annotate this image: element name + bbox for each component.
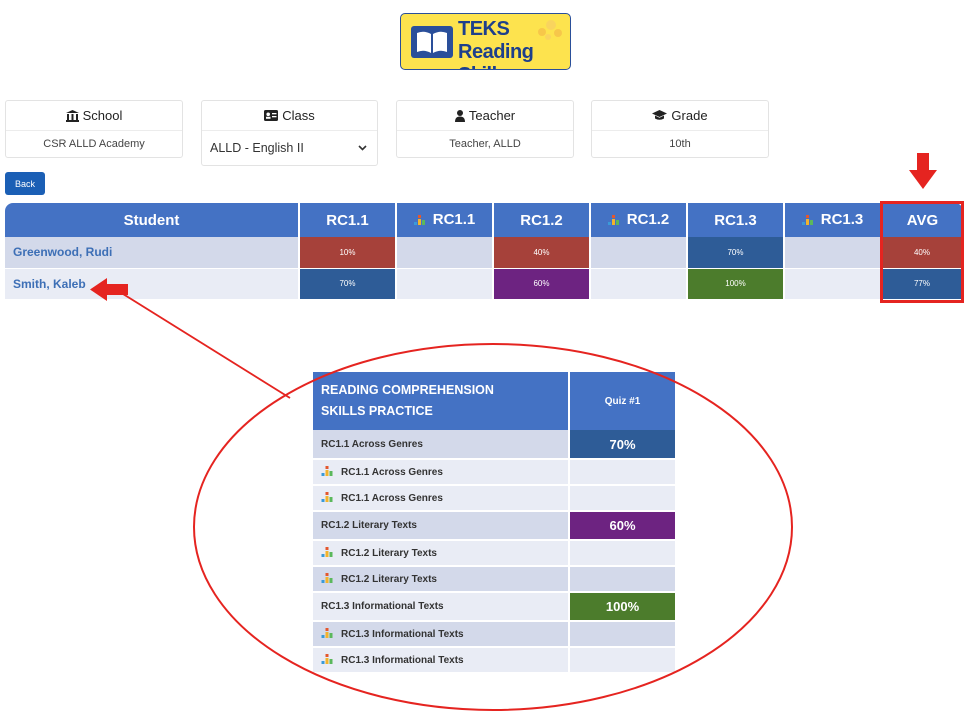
student-name-link[interactable]: Smith, Kaleb <box>5 268 300 300</box>
practice-label: RC1.3 Informational Texts <box>313 647 570 674</box>
bar-chart-icon <box>607 212 619 229</box>
school-card-header: School <box>6 101 182 131</box>
column-header-rc1-1[interactable]: RC1.1 <box>299 203 397 237</box>
school-label: School <box>82 108 123 123</box>
detail-header-row: READING COMPREHENSION SKILLS PRACTICE Qu… <box>313 372 675 430</box>
quiz-score <box>569 647 675 674</box>
detail-row: RC1.2 Literary Texts <box>313 540 675 567</box>
column-header-rc1-3[interactable]: RC1.3 <box>687 203 785 237</box>
column-header-rc1-1-practice[interactable]: RC1.1 <box>396 203 494 237</box>
quiz-score <box>569 566 675 593</box>
quiz-score[interactable]: 70% <box>569 430 675 460</box>
detail-row: RC1.3 Informational Texts <box>313 621 675 648</box>
quiz-score <box>569 459 675 486</box>
graduation-cap-icon <box>652 110 668 120</box>
table-row: Smith, Kaleb 70% 60% 100% 77% <box>5 268 964 300</box>
institution-icon <box>65 109 79 122</box>
logo-title: TEKS <box>458 18 510 40</box>
teacher-card: Teacher Teacher, ALLD <box>396 100 574 158</box>
quiz-score[interactable]: 60% <box>569 511 675 541</box>
quiz-score[interactable]: 100% <box>569 592 675 622</box>
table-header-row: Student RC1.1 RC1.1 RC1.2 RC1.2 RC1.3 RC… <box>5 203 963 237</box>
column-header-student[interactable]: Student <box>5 203 300 237</box>
skill-label: RC1.2 Literary Texts <box>313 511 570 541</box>
practice-label: RC1.2 Literary Texts <box>313 566 570 593</box>
logo-subtitle: Reading Skills <box>458 41 534 69</box>
detail-row: RC1.1 Across Genres 70% <box>313 430 675 460</box>
score-cell[interactable]: 40% <box>493 237 591 269</box>
honeycomb-icon <box>538 20 562 40</box>
score-cell[interactable]: 100% <box>687 268 785 300</box>
student-name-link[interactable]: Greenwood, Rudi <box>5 237 300 269</box>
bar-chart-icon <box>321 572 333 586</box>
quiz-column-header[interactable]: Quiz #1 <box>569 372 675 430</box>
id-card-icon <box>264 110 279 121</box>
avg-highlight-box <box>880 201 964 303</box>
table-row: Greenwood, Rudi 10% 40% 70% 40% <box>5 237 964 269</box>
detail-row: RC1.3 Informational Texts <box>313 647 675 674</box>
skills-detail-table: READING COMPREHENSION SKILLS PRACTICE Qu… <box>313 372 675 674</box>
teacher-card-header: Teacher <box>397 101 573 131</box>
practice-label: RC1.1 Across Genres <box>313 485 570 512</box>
score-cell[interactable]: 60% <box>493 268 591 300</box>
skill-label: RC1.1 Across Genres <box>313 430 570 460</box>
score-cell[interactable]: 70% <box>299 268 397 300</box>
quiz-score <box>569 621 675 648</box>
grade-label: Grade <box>671 108 708 123</box>
detail-row: RC1.2 Literary Texts <box>313 566 675 593</box>
down-arrow-annotation <box>909 153 937 189</box>
user-icon <box>454 109 465 122</box>
class-card: Class ALLD - English II <box>201 100 378 166</box>
score-cell[interactable]: 10% <box>299 237 397 269</box>
score-cell <box>784 268 882 300</box>
skill-label: RC1.3 Informational Texts <box>313 592 570 622</box>
score-cell <box>396 237 494 269</box>
detail-row: RC1.1 Across Genres <box>313 485 675 512</box>
detail-row: RC1.3 Informational Texts 100% <box>313 592 675 622</box>
score-cell <box>590 268 688 300</box>
score-cell <box>590 237 688 269</box>
score-cell <box>784 237 882 269</box>
practice-label: RC1.1 Across Genres <box>313 459 570 486</box>
class-card-header: Class <box>202 101 377 131</box>
bar-chart-icon <box>321 546 333 560</box>
class-select-value: ALLD - English II <box>210 141 304 155</box>
callout-pointer-line <box>122 293 291 399</box>
detail-title: READING COMPREHENSION SKILLS PRACTICE <box>313 372 570 430</box>
quiz-score <box>569 540 675 567</box>
chevron-down-icon <box>358 145 367 151</box>
practice-label: RC1.2 Literary Texts <box>313 540 570 567</box>
grade-card-header: Grade <box>592 101 768 131</box>
practice-label: RC1.3 Informational Texts <box>313 621 570 648</box>
detail-row: RC1.2 Literary Texts 60% <box>313 511 675 541</box>
back-button[interactable]: Back <box>5 172 45 195</box>
bar-chart-icon <box>321 491 333 505</box>
score-cell <box>396 268 494 300</box>
bar-chart-icon <box>321 627 333 641</box>
teacher-value: Teacher, ALLD <box>449 138 521 150</box>
class-label: Class <box>282 108 315 123</box>
teacher-label: Teacher <box>468 108 516 123</box>
grade-value: 10th <box>669 138 691 150</box>
quiz-score <box>569 485 675 512</box>
column-header-rc1-3-practice[interactable]: RC1.3 <box>784 203 882 237</box>
bar-chart-icon <box>801 212 813 229</box>
bar-chart-icon <box>321 653 333 667</box>
column-header-rc1-2[interactable]: RC1.2 <box>493 203 591 237</box>
class-select[interactable]: ALLD - English II <box>202 131 377 165</box>
bar-chart-icon <box>321 465 333 479</box>
column-header-rc1-2-practice[interactable]: RC1.2 <box>590 203 688 237</box>
grade-card: Grade 10th <box>591 100 769 158</box>
score-cell[interactable]: 70% <box>687 237 785 269</box>
detail-row: RC1.1 Across Genres <box>313 459 675 486</box>
bar-chart-icon <box>413 212 425 229</box>
student-results-table: Student RC1.1 RC1.1 RC1.2 RC1.2 RC1.3 RC… <box>5 203 964 300</box>
book-icon <box>411 26 453 58</box>
school-card: School CSR ALLD Academy <box>5 100 183 158</box>
teks-reading-skills-logo: TEKS Reading Skills <box>400 13 571 70</box>
school-value: CSR ALLD Academy <box>43 138 145 150</box>
